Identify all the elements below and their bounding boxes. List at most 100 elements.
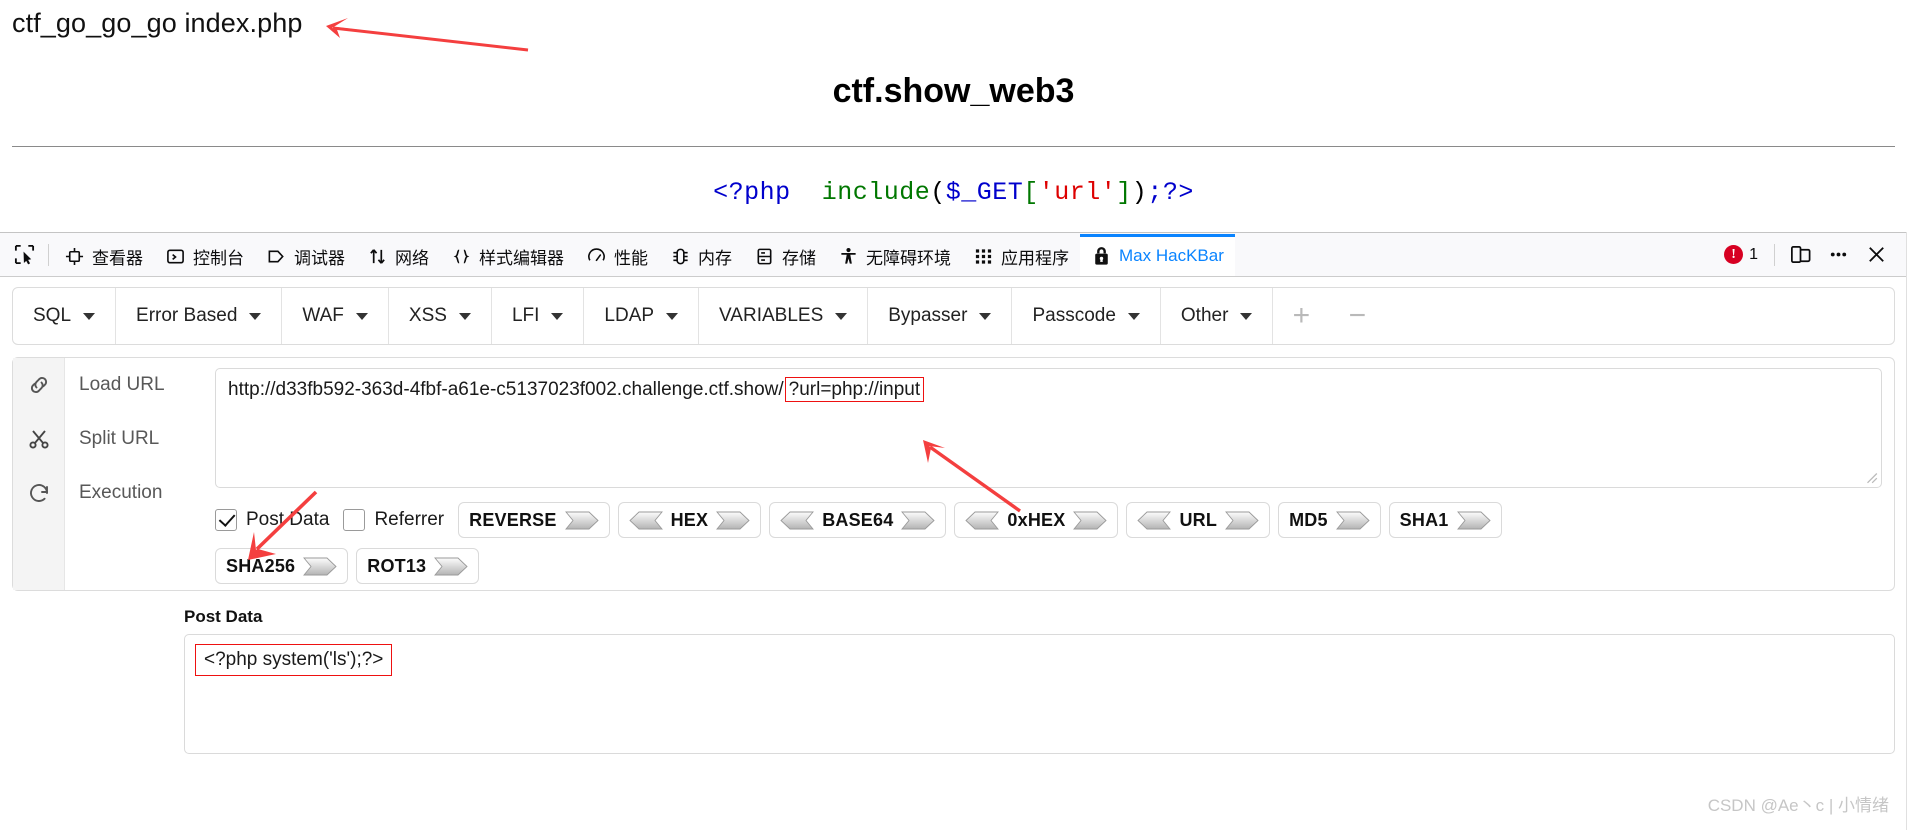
php-open-tag: <?php xyxy=(713,178,791,207)
menu-passcode[interactable]: Passcode xyxy=(1012,288,1161,344)
encoder-0xhex-button[interactable]: 0xHEX xyxy=(954,502,1119,538)
tab-network[interactable]: 网络 xyxy=(356,234,440,276)
php-bracket-close: ] xyxy=(1116,178,1132,207)
performance-icon xyxy=(586,246,607,267)
php-include-keyword: include xyxy=(821,178,931,207)
menu-variables[interactable]: VARIABLES xyxy=(699,288,869,344)
menu-bypasser-label: Bypasser xyxy=(888,305,968,326)
tab-accessibility[interactable]: 无障碍环境 xyxy=(827,234,962,276)
chevron-down-icon xyxy=(355,312,368,320)
menu-error-based-label: Error Based xyxy=(136,305,238,326)
menu-waf-label: WAF xyxy=(302,305,344,326)
menu-lfi[interactable]: LFI xyxy=(492,288,585,344)
tab-debugger[interactable]: 调试器 xyxy=(255,234,356,276)
tab-performance-label: 性能 xyxy=(614,248,648,268)
scissors-icon[interactable] xyxy=(26,426,52,452)
encoder-sha1-button[interactable]: SHA1 xyxy=(1388,502,1502,538)
encode-arrow-icon xyxy=(1225,511,1259,529)
chevron-down-icon xyxy=(1127,312,1140,320)
element-picker-icon[interactable] xyxy=(4,234,44,276)
link-icon[interactable] xyxy=(26,372,52,398)
remove-tab-button[interactable]: − xyxy=(1329,288,1385,344)
devtools-panel: 查看器 控制台 调试器 网络 样式编辑器 性能 内存 存储 无障碍环境 应用程序… xyxy=(0,232,1907,830)
encoder-sha1-label: SHA1 xyxy=(1399,509,1449,530)
chevron-down-icon xyxy=(249,312,262,320)
post-data-checkbox[interactable]: Post Data xyxy=(215,509,329,531)
referrer-checkbox[interactable]: Referrer xyxy=(343,509,444,531)
php-bracket-open: [ xyxy=(1023,178,1039,207)
menu-error-based[interactable]: Error Based xyxy=(116,288,283,344)
tab-console[interactable]: 控制台 xyxy=(154,234,255,276)
error-count-badge[interactable]: ! 1 xyxy=(1716,245,1766,264)
encoder-md5-button[interactable]: MD5 xyxy=(1278,502,1381,538)
responsive-design-mode-icon[interactable] xyxy=(1783,238,1817,272)
screenshot-root: ctf_go_go_go index.php ctf.show_web3 <?p… xyxy=(0,0,1907,830)
lock-icon xyxy=(1091,246,1112,267)
console-icon xyxy=(165,246,186,267)
menu-lfi-label: LFI xyxy=(511,305,540,326)
url-highlighted-param: ?url=php://input xyxy=(784,377,925,402)
page-title: ctf.show_web3 xyxy=(832,72,1075,110)
error-count-label: 1 xyxy=(1749,245,1758,263)
menu-passcode-label: Passcode xyxy=(1032,305,1116,326)
chevron-down-icon xyxy=(1240,312,1253,320)
tab-storage[interactable]: 存储 xyxy=(743,234,827,276)
encoder-hex-button[interactable]: HEX xyxy=(617,502,762,538)
chevron-down-icon xyxy=(666,312,679,320)
encode-arrow-icon xyxy=(1456,511,1491,529)
load-url-button[interactable]: Load URL xyxy=(79,372,165,398)
tab-inspector-label: 查看器 xyxy=(92,248,143,268)
tab-memory-label: 内存 xyxy=(698,248,732,268)
encoder-reverse-button[interactable]: REVERSE xyxy=(458,502,610,538)
menu-xss-label: XSS xyxy=(408,305,447,326)
post-data-input[interactable]: <?php system('ls');?> xyxy=(184,634,1895,754)
encode-arrow-icon xyxy=(564,511,599,529)
menu-sql-label: SQL xyxy=(33,305,72,326)
encoder-rot13-button[interactable]: ROT13 xyxy=(356,548,480,584)
hackbar-action-labels: Load URL Split URL Execution xyxy=(65,358,205,590)
php-superglobal: $_GET xyxy=(945,178,1024,207)
tab-inspector[interactable]: 查看器 xyxy=(53,234,154,276)
encoder-base64-button[interactable]: BASE64 xyxy=(769,502,947,538)
devtools-toolbar-right: ! 1 xyxy=(1716,234,1903,276)
application-icon xyxy=(973,246,994,267)
add-tab-button[interactable]: + xyxy=(1273,288,1329,344)
post-data-label: Post Data xyxy=(184,607,263,626)
tab-memory[interactable]: 内存 xyxy=(659,234,743,276)
encoder-rot13-label: ROT13 xyxy=(367,555,427,576)
encoder-sha256-button[interactable]: SHA256 xyxy=(215,548,349,584)
network-icon xyxy=(367,246,388,267)
encoder-md5-label: MD5 xyxy=(1289,509,1328,530)
refresh-icon[interactable] xyxy=(26,480,52,506)
menu-sql[interactable]: SQL xyxy=(13,288,117,344)
decode-arrow-icon xyxy=(780,511,815,529)
referrer-checkbox-label: Referrer xyxy=(374,509,445,530)
tab-style-editor[interactable]: 样式编辑器 xyxy=(440,234,575,276)
tab-max-hackbar[interactable]: Max HacKBar xyxy=(1080,233,1235,276)
encoder-base64-label: BASE64 xyxy=(822,509,894,530)
encoder-row-2: SHA256 ROT13 xyxy=(215,548,1882,590)
execution-button[interactable]: Execution xyxy=(79,480,162,506)
hackbar-menu-list: SQL Error Based WAF XSS LFI LDAP VARIABL… xyxy=(13,288,1894,344)
tab-application[interactable]: 应用程序 xyxy=(962,234,1080,276)
decode-arrow-icon xyxy=(1137,511,1172,529)
tab-style-editor-label: 样式编辑器 xyxy=(479,248,564,268)
menu-xss[interactable]: XSS xyxy=(389,288,492,344)
devtools-tab-list: 查看器 控制台 调试器 网络 样式编辑器 性能 内存 存储 无障碍环境 应用程序… xyxy=(53,233,1235,276)
echo-output-line: ctf_go_go_go index.php xyxy=(12,8,303,38)
menu-bypasser[interactable]: Bypasser xyxy=(868,288,1013,344)
split-url-button[interactable]: Split URL xyxy=(79,426,159,452)
url-input[interactable]: http://d33fb592-363d-4fbf-a61e-c5137023f… xyxy=(215,368,1882,488)
php-close-tag: ;?> xyxy=(1147,178,1194,207)
error-icon: ! xyxy=(1724,245,1744,264)
tab-performance[interactable]: 性能 xyxy=(575,234,659,276)
menu-ldap[interactable]: LDAP xyxy=(584,288,700,344)
encoder-url-button[interactable]: URL xyxy=(1126,502,1271,538)
checkbox-box xyxy=(215,509,237,531)
resize-grip-icon[interactable] xyxy=(1864,470,1878,484)
menu-other[interactable]: Other xyxy=(1161,288,1274,344)
menu-waf[interactable]: WAF xyxy=(282,288,389,344)
post-data-section: Post Data <?php system('ls');?> xyxy=(12,607,1895,754)
ellipsis-icon[interactable] xyxy=(1821,238,1855,272)
close-icon[interactable] xyxy=(1859,238,1893,272)
